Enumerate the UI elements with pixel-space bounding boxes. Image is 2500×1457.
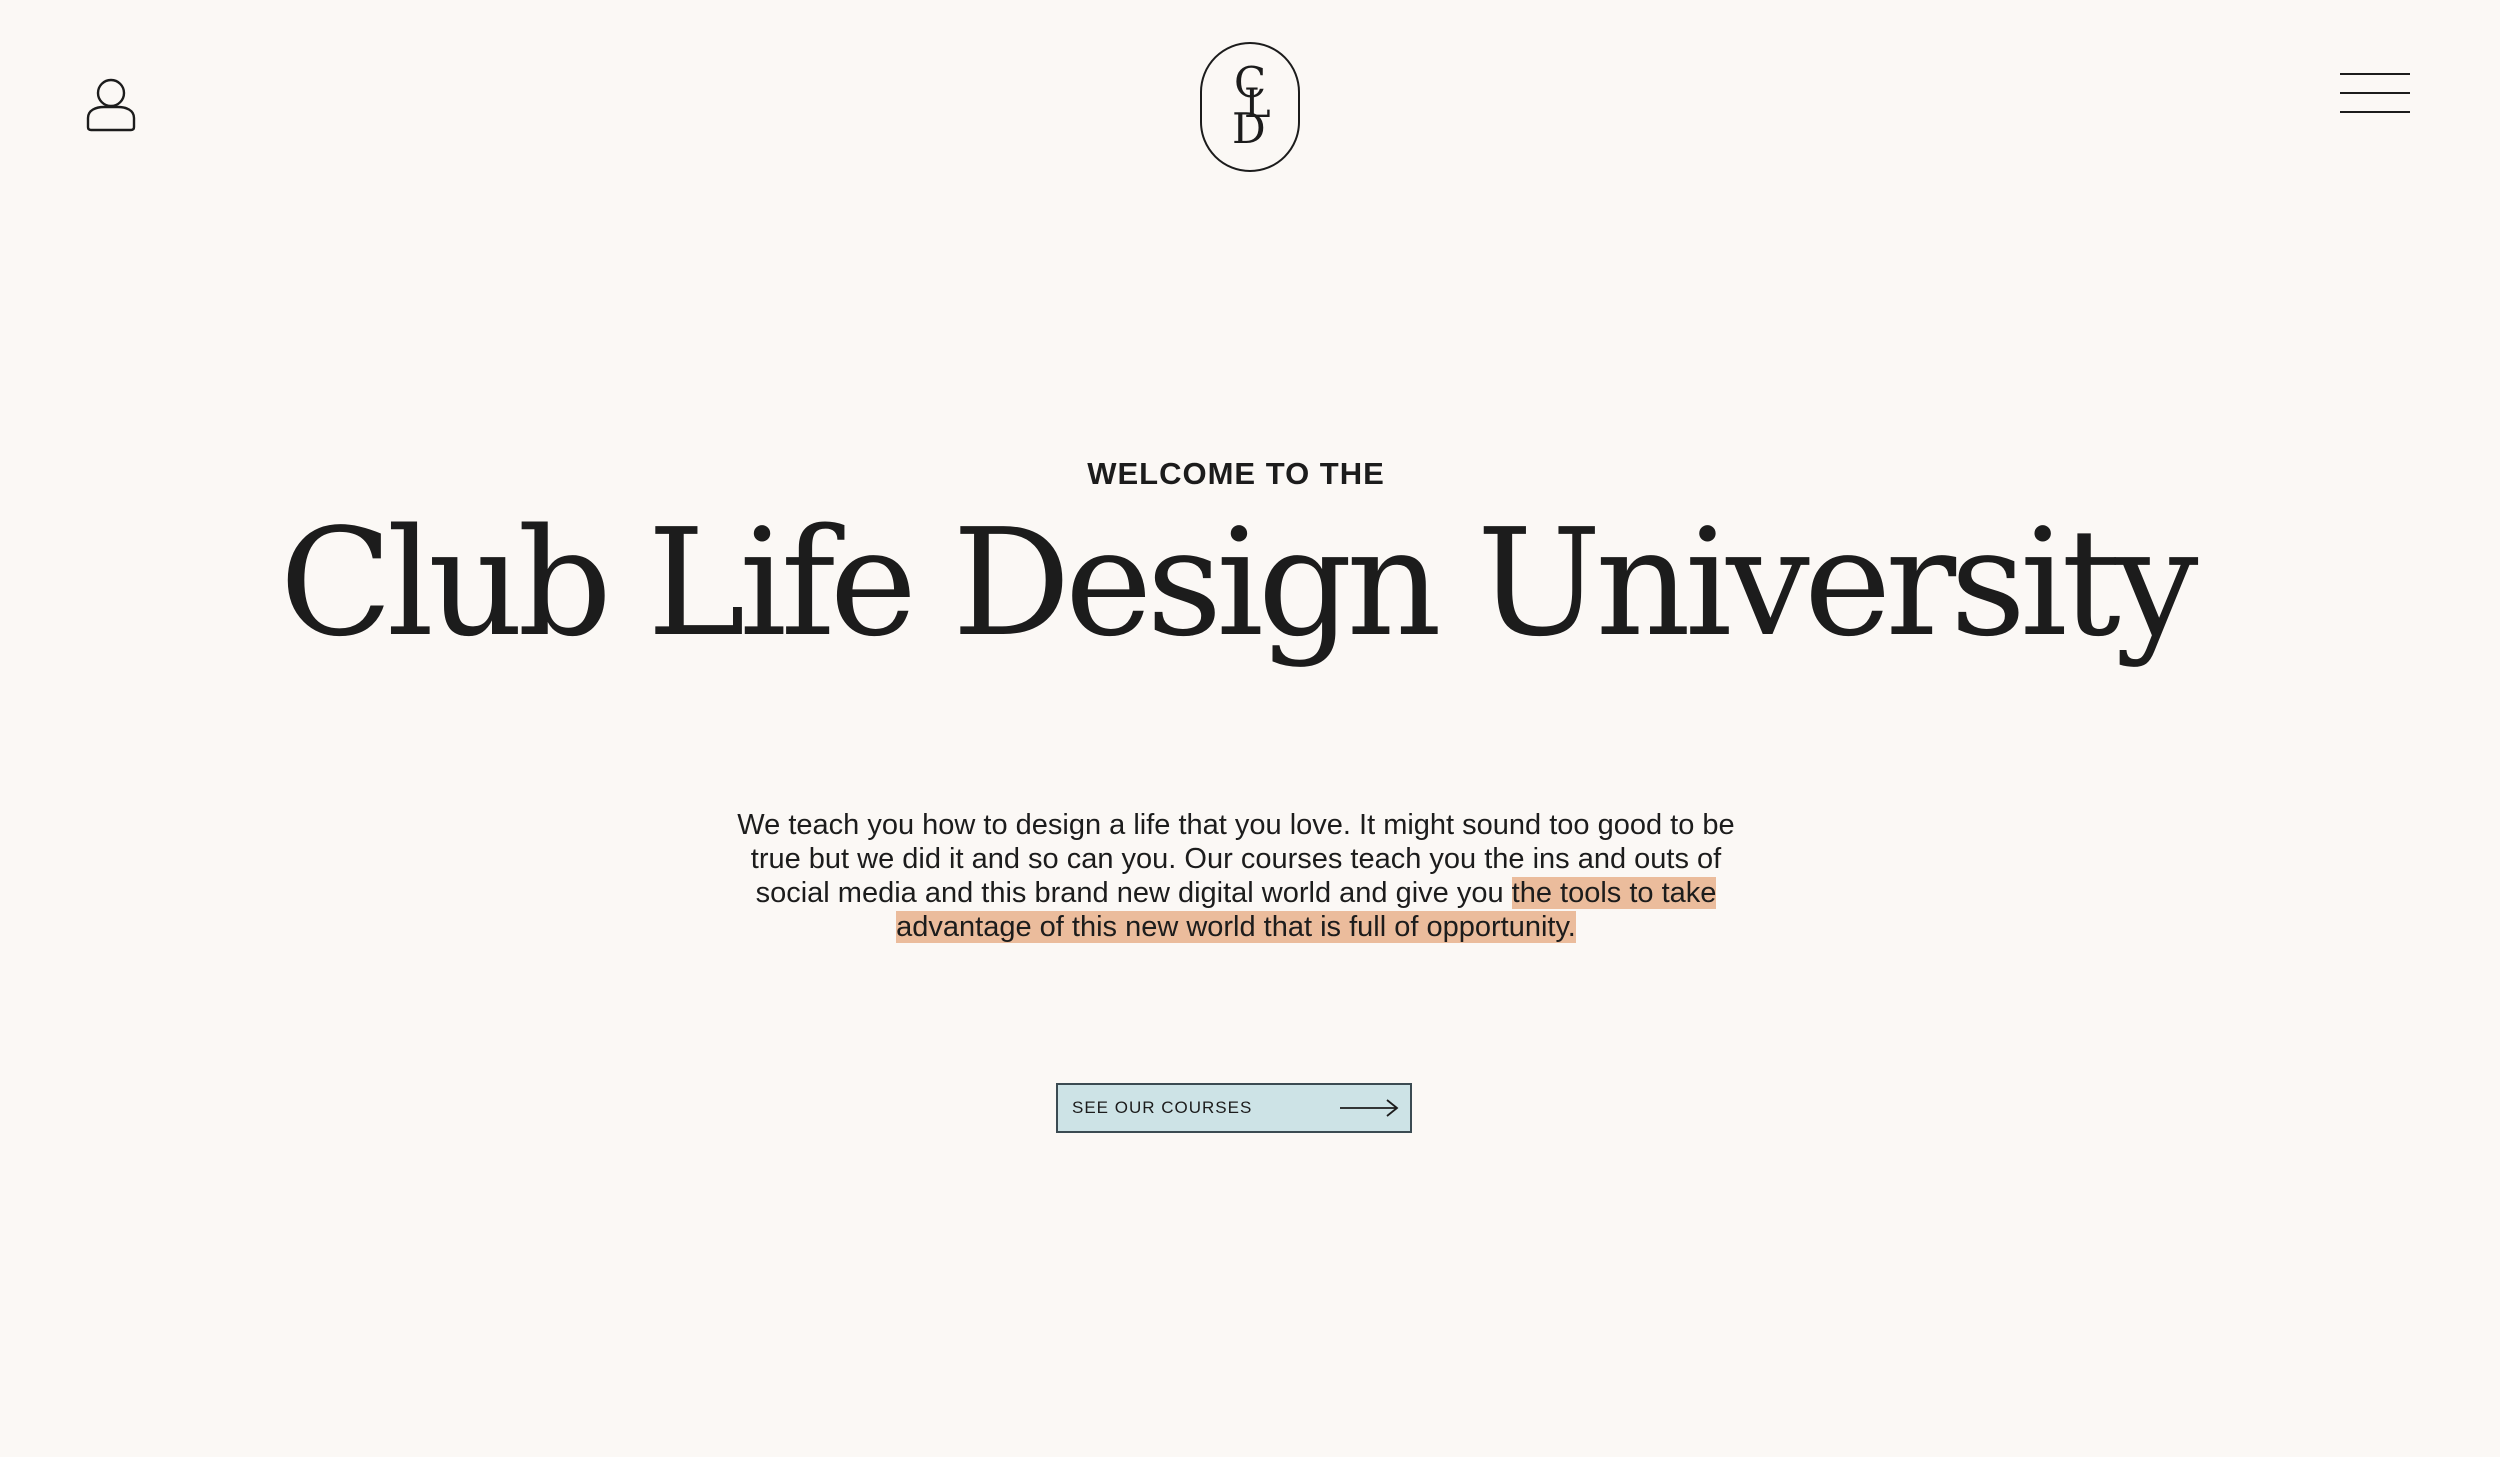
account-button[interactable]	[84, 76, 138, 136]
menu-line-bottom	[2340, 111, 2410, 113]
menu-line-top	[2340, 73, 2410, 75]
see-courses-button[interactable]: SEE OUR COURSES	[1056, 1083, 1412, 1133]
logo-letter-d: D	[1232, 104, 1266, 153]
user-icon	[84, 76, 138, 136]
hero-intro: We teach you how to design a life that y…	[712, 808, 1760, 944]
menu-line-middle	[2340, 92, 2410, 94]
hero-title: Club Life Design University	[279, 497, 2198, 669]
see-courses-label: SEE OUR COURSES	[1072, 1098, 1253, 1117]
hero-eyebrow: WELCOME TO THE	[1087, 456, 1385, 491]
arrow-right-icon	[1340, 1097, 1400, 1124]
logo[interactable]: C L D	[1200, 42, 1300, 172]
menu-button[interactable]	[2338, 70, 2412, 116]
site-header: C L D	[0, 0, 2500, 220]
